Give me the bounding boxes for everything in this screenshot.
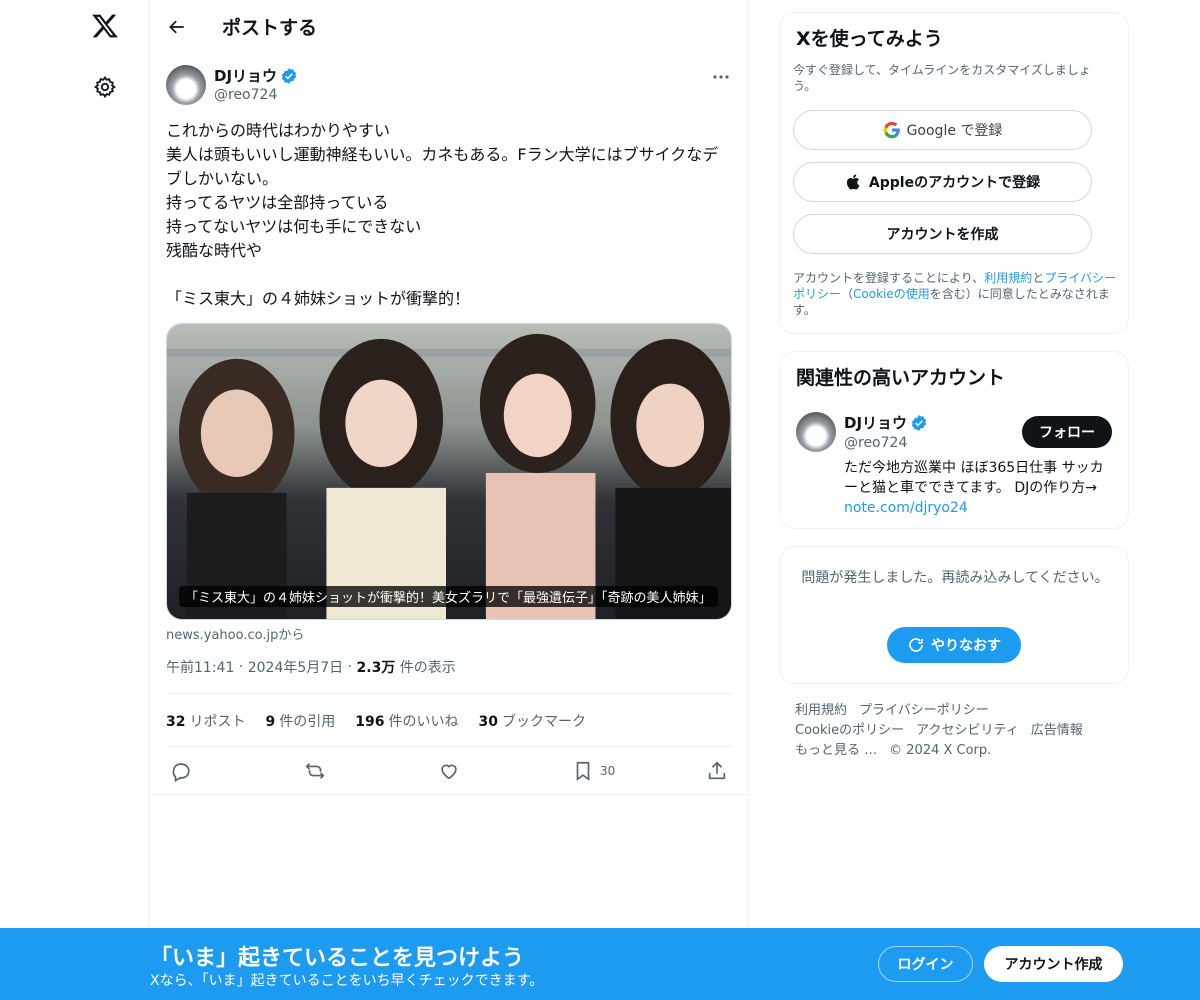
bookmark-count: 30 <box>600 764 616 778</box>
author-handle[interactable]: @reo724 <box>214 87 277 103</box>
terms-link[interactable]: 利用規約 <box>984 271 1032 285</box>
reply-icon[interactable] <box>170 758 192 784</box>
share-icon[interactable] <box>706 758 728 784</box>
footer-cookie[interactable]: Cookieのポリシー <box>795 723 904 738</box>
error-message: 問題が発生しました。再読み込みしてください。 <box>801 570 1109 586</box>
footer-copyright: © 2024 X Corp. <box>889 743 992 758</box>
stat-bookmarks[interactable]: 30 ブックマーク <box>478 711 585 731</box>
banner-title: 「いま」起きていることを見つけよう <box>150 946 525 971</box>
footer-privacy[interactable]: プライバシーポリシー <box>859 703 989 718</box>
signup-title: Xを使ってみよう <box>796 28 943 50</box>
avatar[interactable] <box>796 412 836 452</box>
bookmark-icon <box>576 761 590 781</box>
related-accounts-panel: 関連性の高いアカウント DJリョウ @reo724 フォロー ただ今地方巡業中 … <box>779 351 1129 529</box>
card-photo <box>167 324 731 619</box>
action-bar: 30 <box>166 758 732 786</box>
related-handle[interactable]: @reo724 <box>844 435 907 451</box>
meta-dot: · <box>343 659 357 675</box>
post-time[interactable]: 午前11:41 <box>166 657 234 677</box>
left-nav <box>0 0 150 1000</box>
stat-likes[interactable]: 196 件のいいね <box>355 711 458 731</box>
retry-label: やりなおす <box>931 638 1001 654</box>
banner-subtitle: Xなら、「いま」起きていることをいち早くチェックできます。 <box>150 973 544 989</box>
meta-dot: · <box>234 659 248 675</box>
author-name-text: DJリョウ <box>214 67 278 85</box>
cookie-link[interactable]: Cookieの使用 <box>853 287 930 301</box>
login-banner: 「いま」起きていることを見つけよう Xなら、「いま」起きていることをいち早くチェ… <box>0 928 1200 1000</box>
legal-text: アカウントを登録することにより、利用規約とプライバシーポリシー（Cookieの使… <box>793 271 1117 317</box>
post-text: これからの時代はわかりやすい 美人は頭もいいし運動神経もいい。カネもある。Fラン… <box>166 121 719 308</box>
footer-more[interactable]: もっと見る … <box>795 743 877 758</box>
signup-subtitle: 今すぐ登録して、タイムラインをカスタマイズしましょう。 <box>793 63 1091 93</box>
views-label: 件の表示 <box>399 660 456 676</box>
post-stats: 32 リポスト 9 件の引用 196 件のいいね 30 ブックマーク <box>166 711 606 731</box>
related-name-text: DJリョウ <box>844 414 908 432</box>
create-account-label: アカウントを作成 <box>886 227 999 243</box>
avatar[interactable] <box>166 65 206 105</box>
page-title: ポストする <box>222 17 318 39</box>
views-count: 2.3万 <box>356 660 396 676</box>
main-column: ポストする DJリョウ @reo724 これからの時代はわかりやすい 美人は頭も… <box>150 0 749 1000</box>
signup-button[interactable]: アカウント作成 <box>984 946 1123 982</box>
stat-quotes[interactable]: 9 件の引用 <box>265 711 335 731</box>
gear-icon[interactable] <box>91 73 119 101</box>
create-account-button[interactable]: アカウントを作成 <box>793 214 1092 254</box>
stat-reposts[interactable]: 32 リポスト <box>166 711 245 731</box>
repost-icon[interactable] <box>304 758 326 784</box>
error-panel: 問題が発生しました。再読み込みしてください。 やりなおす <box>779 546 1129 684</box>
footer-terms[interactable]: 利用規約 <box>795 703 847 718</box>
divider <box>166 746 732 747</box>
divider <box>150 794 748 795</box>
login-button[interactable]: ログイン <box>878 946 973 982</box>
google-signup-label: Google で登録 <box>906 123 1003 139</box>
card-source[interactable]: news.yahoo.co.jpから <box>166 624 304 643</box>
verified-badge-icon <box>910 414 928 432</box>
back-arrow-icon[interactable] <box>164 14 190 40</box>
refresh-icon <box>909 638 923 652</box>
footer-links: 利用規約 プライバシーポリシー Cookieのポリシー アクセシビリティ 広告情報 も… <box>795 701 1115 761</box>
author-name[interactable]: DJリョウ <box>214 65 298 86</box>
related-bio: ただ今地方巡業中 ほぼ365日仕事 サッカーと猫と車でできてます。 DJの作り方… <box>844 460 1104 516</box>
post-meta: 午前11:41 · 2024年5月7日 · 2.3万 件の表示 <box>166 657 456 677</box>
page-header: ポストする <box>150 0 748 53</box>
signup-panel: Xを使ってみよう 今すぐ登録して、タイムラインをカスタマイズしましょう。 Goo… <box>779 12 1129 334</box>
apple-icon <box>846 174 860 190</box>
related-title: 関連性の高いアカウント <box>796 367 1006 389</box>
link-card[interactable]: 「ミス東大」の４姉妹ショットが衝撃的！美女ズラリで「最強遺伝子」「奇跡の美人姉妹… <box>166 323 732 620</box>
footer-accessibility[interactable]: アクセシビリティ <box>916 723 1019 738</box>
more-options-icon[interactable] <box>710 67 732 87</box>
apple-signup-button[interactable]: Appleのアカウントで登録 <box>793 162 1092 202</box>
apple-signup-label: Appleのアカウントで登録 <box>868 175 1041 191</box>
x-logo-icon[interactable] <box>89 10 121 42</box>
card-caption: 「ミス東大」の４姉妹ショットが衝撃的！美女ズラリで「最強遺伝子」「奇跡の美人姉妹… <box>179 586 718 607</box>
retry-button[interactable]: やりなおす <box>887 627 1021 663</box>
related-name[interactable]: DJリョウ <box>844 412 928 433</box>
footer-ads[interactable]: 広告情報 <box>1031 723 1083 738</box>
follow-button[interactable]: フォロー <box>1022 416 1112 448</box>
post-author: DJリョウ @reo724 <box>166 65 732 107</box>
bookmark-button[interactable]: 30 <box>572 758 615 784</box>
google-signup-button[interactable]: Google で登録 <box>793 110 1092 150</box>
verified-badge-icon <box>280 67 298 85</box>
bio-link[interactable]: note.com/djryo24 <box>844 500 968 516</box>
post-date[interactable]: 2024年5月7日 <box>248 657 343 677</box>
divider <box>166 693 732 694</box>
google-icon <box>883 121 900 139</box>
like-icon[interactable] <box>438 758 460 784</box>
